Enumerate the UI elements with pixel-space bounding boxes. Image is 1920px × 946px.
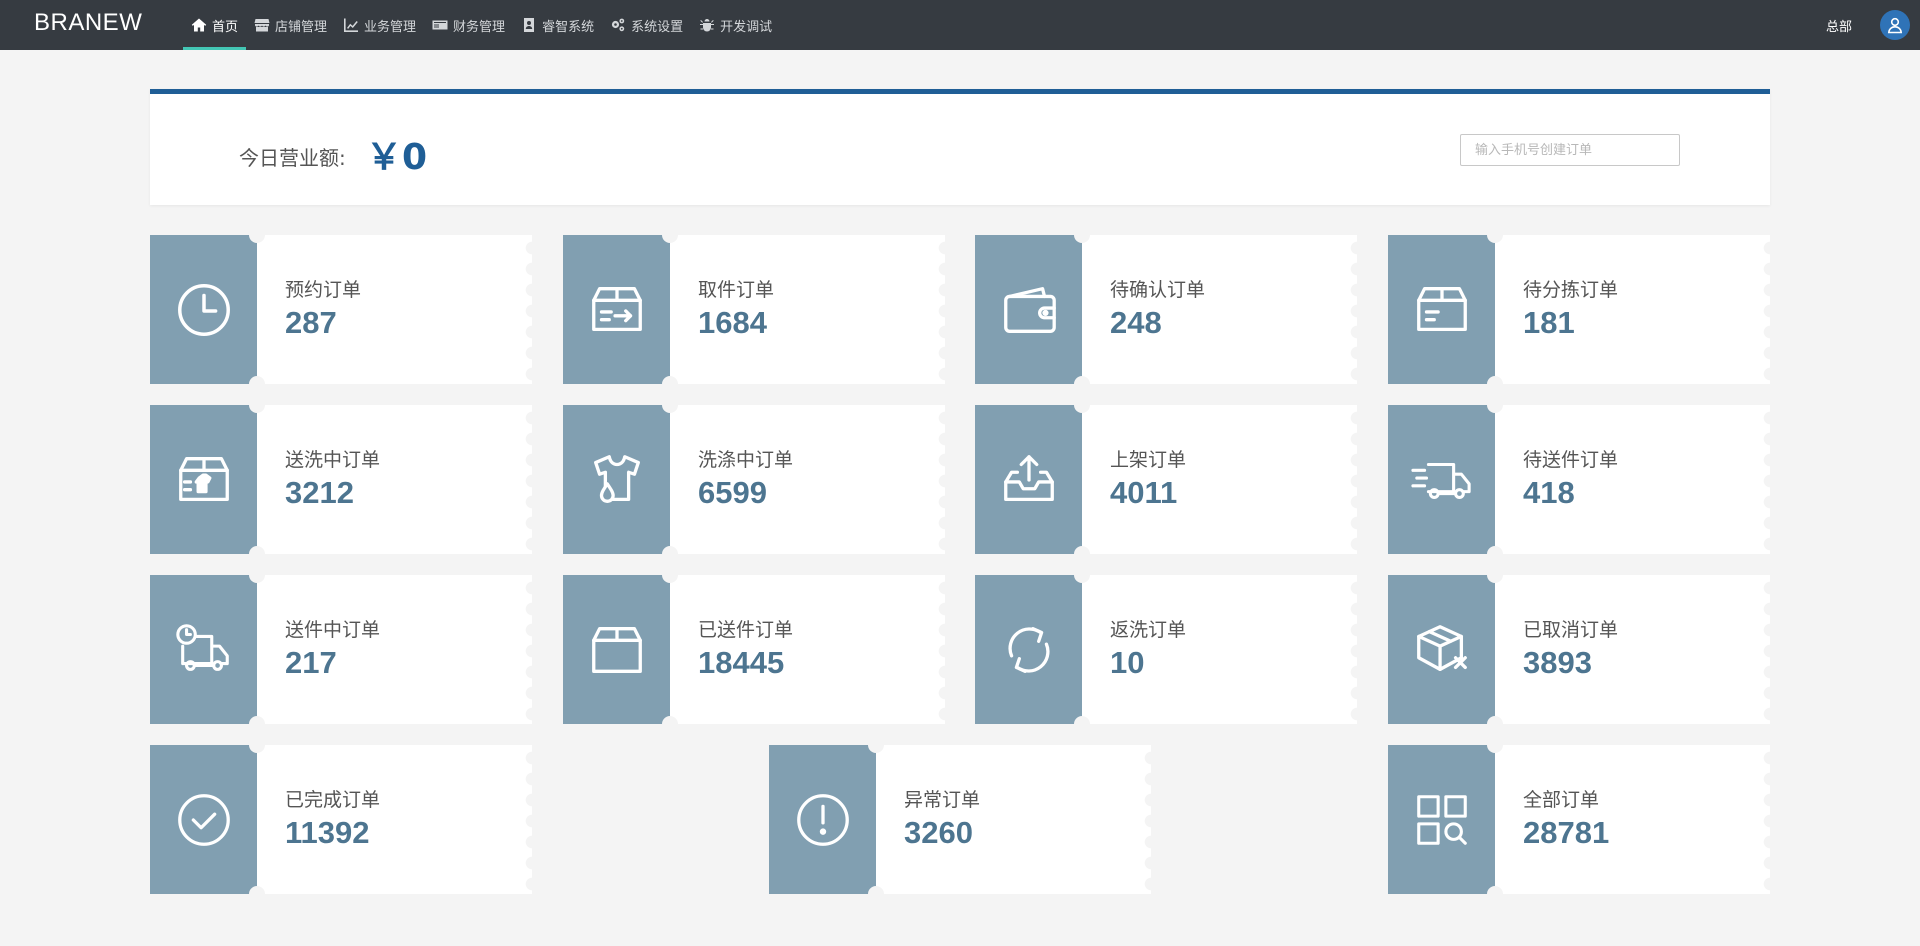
order-card-completed[interactable]: 已完成订单 11392 xyxy=(150,737,539,902)
box-arrow-icon xyxy=(591,286,642,331)
grid-search-icon xyxy=(1416,794,1467,845)
refresh-icon xyxy=(1007,626,1050,673)
order-card-title: 已送件订单 xyxy=(698,619,794,641)
nav-item-label: 首页 xyxy=(212,19,239,35)
nav-item-store[interactable]: 店铺管理 xyxy=(246,0,335,50)
order-card-count: 18445 xyxy=(698,645,785,680)
tray-upload-icon xyxy=(1003,454,1054,501)
check-circle-icon xyxy=(177,793,230,846)
order-card-all[interactable]: 全部订单 28781 xyxy=(1388,737,1777,902)
order-card-delivering[interactable]: 送件中订单 217 xyxy=(150,567,539,732)
order-card-title: 返洗订单 xyxy=(1110,619,1187,641)
order-card-title: 已完成订单 xyxy=(285,789,381,811)
revenue-panel: 今日营业额: ￥0 xyxy=(150,89,1770,205)
gears-icon xyxy=(611,18,625,32)
phone-create-order-input[interactable] xyxy=(1460,134,1680,166)
nav-item-label: 系统设置 xyxy=(631,19,684,35)
nav-item-home[interactable]: 首页 xyxy=(183,0,247,50)
main-nav: 首页 店铺管理 业务管理 财务管理 睿智系统 系统设置 开发调试 xyxy=(183,0,780,50)
box-icon xyxy=(591,626,642,673)
bug-icon xyxy=(700,19,715,32)
truck-clock-icon xyxy=(175,623,229,671)
fast-truck-icon xyxy=(1410,462,1471,499)
shirt-drop-icon xyxy=(593,454,640,503)
order-card-title: 上架订单 xyxy=(1110,449,1187,471)
revenue-label: 今日营业额: xyxy=(239,146,346,170)
top-navbar: BRANEW 首页 店铺管理 业务管理 财务管理 睿智系统 系统设置 开发调试 xyxy=(0,0,1920,50)
order-card-on-shelf[interactable]: 上架订单 4011 xyxy=(975,397,1364,562)
order-card-count: 11392 xyxy=(285,815,370,850)
order-card-count: 3212 xyxy=(285,475,354,510)
brand-logo[interactable]: BRANEW xyxy=(34,9,142,37)
order-card-title: 送件中订单 xyxy=(285,619,381,641)
order-card-pending-sort[interactable]: 待分拣订单 181 xyxy=(1388,227,1777,392)
order-card-count: 181 xyxy=(1523,305,1575,340)
order-card-washing[interactable]: 洗涤中订单 6599 xyxy=(563,397,952,562)
home-icon xyxy=(191,18,207,32)
nav-item-dev-debug[interactable]: 开发调试 xyxy=(691,0,780,50)
box-shirt-icon xyxy=(178,456,229,501)
nav-item-label: 睿智系统 xyxy=(542,19,595,35)
nav-item-label: 财务管理 xyxy=(453,19,506,35)
order-card-count: 4011 xyxy=(1110,475,1178,510)
nav-item-settings[interactable]: 系统设置 xyxy=(602,0,691,50)
order-card-title: 异常订单 xyxy=(904,789,981,811)
nav-item-finance[interactable]: 财务管理 xyxy=(424,0,513,50)
user-icon xyxy=(1887,17,1903,34)
order-card-title: 取件订单 xyxy=(698,279,775,301)
order-card-sending-wash[interactable]: 送洗中订单 3212 xyxy=(150,397,539,562)
order-card-title: 待确认订单 xyxy=(1110,279,1206,301)
revenue-value: ￥0 xyxy=(366,137,428,178)
chart-line-icon xyxy=(344,18,359,32)
avatar[interactable] xyxy=(1880,10,1910,40)
nav-item-business[interactable]: 业务管理 xyxy=(335,0,424,50)
order-card-title: 全部订单 xyxy=(1523,789,1600,811)
order-card-count: 10 xyxy=(1110,645,1145,680)
nav-item-smart-system[interactable]: 睿智系统 xyxy=(513,0,602,50)
store-icon xyxy=(254,19,270,32)
order-card-count: 3893 xyxy=(1523,645,1592,680)
order-card-rewash[interactable]: 返洗订单 10 xyxy=(975,567,1364,732)
order-card-pending-delivery[interactable]: 待送件订单 418 xyxy=(1388,397,1777,562)
order-card-count: 248 xyxy=(1110,305,1162,340)
order-card-title: 已取消订单 xyxy=(1523,619,1619,641)
order-card-title: 待送件订单 xyxy=(1523,449,1619,471)
order-card-appointment[interactable]: 预约订单 287 xyxy=(150,227,539,392)
order-card-count: 28781 xyxy=(1523,815,1610,850)
nav-item-label: 店铺管理 xyxy=(275,19,328,35)
order-card-abnormal[interactable]: 异常订单 3260 xyxy=(769,737,1158,902)
order-card-title: 送洗中订单 xyxy=(285,449,381,471)
order-card-count: 418 xyxy=(1523,475,1575,510)
money-icon xyxy=(432,20,448,30)
order-card-title: 待分拣订单 xyxy=(1523,279,1619,301)
exclamation-circle-icon xyxy=(796,793,849,846)
order-card-pending-confirm[interactable]: 待确认订单 248 xyxy=(975,227,1364,392)
clock-icon xyxy=(177,283,230,336)
user-name[interactable]: 总部 xyxy=(1826,16,1852,35)
order-card-count: 287 xyxy=(285,305,337,340)
order-card-count: 1684 xyxy=(698,305,767,340)
box-cancel-icon xyxy=(1416,624,1467,671)
order-card-pickup[interactable]: 取件订单 1684 xyxy=(563,227,952,392)
wallet-icon xyxy=(1003,286,1056,333)
order-card-count: 6599 xyxy=(698,475,767,510)
order-card-cancelled[interactable]: 已取消订单 3893 xyxy=(1388,567,1777,732)
nav-item-label: 业务管理 xyxy=(364,19,417,35)
order-card-title: 预约订单 xyxy=(285,279,362,301)
order-card-delivered[interactable]: 已送件订单 18445 xyxy=(563,567,952,732)
nav-item-label: 开发调试 xyxy=(720,19,773,35)
order-card-title: 洗涤中订单 xyxy=(698,449,794,471)
order-card-count: 3260 xyxy=(904,815,973,850)
box-lines-icon xyxy=(1416,286,1467,331)
contact-book-icon xyxy=(524,18,535,32)
order-card-count: 217 xyxy=(285,645,337,680)
